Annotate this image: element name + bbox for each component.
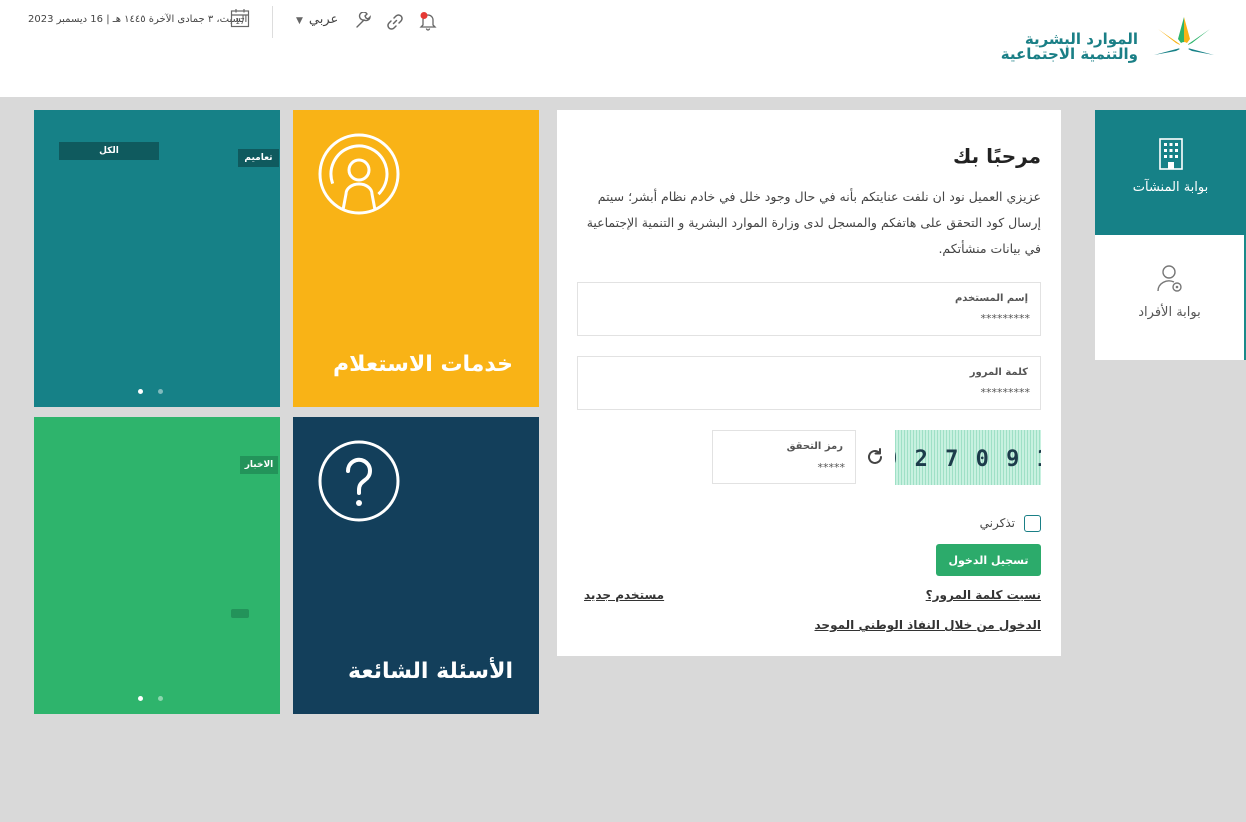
password-field[interactable]: كلمة المرور — [577, 356, 1041, 410]
welcome-title: مرحبًا بك — [952, 144, 1041, 168]
broadcast-user-icon — [318, 133, 400, 215]
top-bar: السبت، ٣ جمادى الآخرة ١٤٤٥ هـ | 16 ديسمب… — [0, 6, 450, 38]
news-tag[interactable]: الاخبار — [240, 456, 278, 474]
notification-bell-icon[interactable] — [418, 11, 438, 31]
news-carousel-dots — [138, 696, 168, 702]
individuals-portal-label: بوابة الأفراد — [1138, 305, 1201, 320]
portal-tabs: بوابة المنشآت بوابة الأفراد — [1095, 110, 1246, 360]
logo-line-2: والتنمية الاجتماعية — [1000, 45, 1138, 63]
captcha-label: رمز التحقق — [786, 441, 843, 452]
captcha-text: 9 2 7 0 9 1 — [895, 447, 1041, 472]
inquiry-services-title: خدمات الاستعلام — [333, 352, 513, 377]
captcha-field[interactable]: رمز التحقق — [712, 430, 856, 484]
header: الموارد البشرية والتنمية الاجتماعية السب… — [0, 0, 1246, 97]
ministry-logo[interactable]: الموارد البشرية والتنمية الاجتماعية — [1001, 14, 1224, 80]
circulars-carousel-dots — [138, 389, 168, 395]
remember-me-label: تذكرني — [979, 516, 1015, 530]
header-divider — [272, 6, 273, 38]
remember-me-checkbox[interactable] — [1024, 515, 1041, 532]
carousel-dot-active[interactable] — [138, 389, 143, 394]
username-label: إسم المستخدم — [954, 293, 1028, 304]
nafath-login-link[interactable]: الدخول من خلال النفاذ الوطني الموحد — [815, 618, 1042, 632]
forgot-password-link[interactable]: نسيت كلمة المرور؟ — [926, 588, 1041, 602]
carousel-dot[interactable] — [158, 389, 163, 394]
user-gear-icon — [1156, 265, 1182, 292]
current-date: السبت، ٣ جمادى الآخرة ١٤٤٥ هـ | 16 ديسمب… — [28, 14, 248, 25]
intro-notice: عزيزي العميل نود ان نلفت عنايتكم بأنه في… — [586, 189, 1041, 256]
refresh-captcha-icon[interactable] — [865, 447, 885, 467]
language-selector[interactable]: ▼ عربي — [296, 12, 338, 27]
carousel-dot-active[interactable] — [138, 696, 143, 701]
tab-individuals-portal[interactable]: بوابة الأفراد — [1095, 235, 1246, 360]
logo-text: الموارد البشرية والتنمية الاجتماعية — [1001, 32, 1138, 62]
link-icon[interactable] — [386, 13, 404, 31]
chevron-down-icon: ▼ — [296, 16, 303, 26]
calendar-day: 17 — [235, 17, 245, 26]
question-icon — [318, 440, 400, 522]
captcha-input[interactable] — [725, 459, 845, 475]
faq-tile[interactable]: الأسئلة الشائعة — [293, 417, 539, 714]
wrench-icon[interactable] — [354, 12, 372, 30]
inquiry-services-tile[interactable]: خدمات الاستعلام — [293, 110, 539, 407]
news-tile[interactable]: الاخبار — [34, 417, 280, 714]
new-user-link[interactable]: مستخدم جديد — [584, 588, 664, 602]
news-placeholder-bar — [231, 609, 249, 618]
password-input[interactable] — [590, 383, 1030, 401]
carousel-dot[interactable] — [158, 696, 163, 701]
tab-establishments-portal[interactable]: بوابة المنشآت — [1095, 110, 1246, 235]
username-input[interactable] — [590, 309, 1030, 327]
faq-title: الأسئلة الشائعة — [348, 659, 513, 684]
login-card: مرحبًا بك عزيزي العميل نود ان نلفت عنايت… — [557, 110, 1061, 656]
circulars-tile[interactable]: الكل تعاميم — [34, 110, 280, 407]
login-button[interactable]: تسجيل الدخول — [936, 544, 1041, 576]
logo-star-icon — [1154, 17, 1214, 75]
establishments-portal-label: بوابة المنشآت — [1132, 180, 1209, 195]
password-label: كلمة المرور — [969, 367, 1028, 378]
captcha-image: 9 2 7 0 9 1 — [895, 430, 1041, 485]
language-label: عربي — [308, 12, 339, 27]
calendar-icon: 17 — [230, 9, 250, 28]
username-field[interactable]: إسم المستخدم — [577, 282, 1041, 336]
building-icon — [1158, 138, 1183, 170]
circulars-tag[interactable]: تعاميم — [238, 149, 279, 167]
all-tag[interactable]: الكل — [59, 142, 159, 160]
